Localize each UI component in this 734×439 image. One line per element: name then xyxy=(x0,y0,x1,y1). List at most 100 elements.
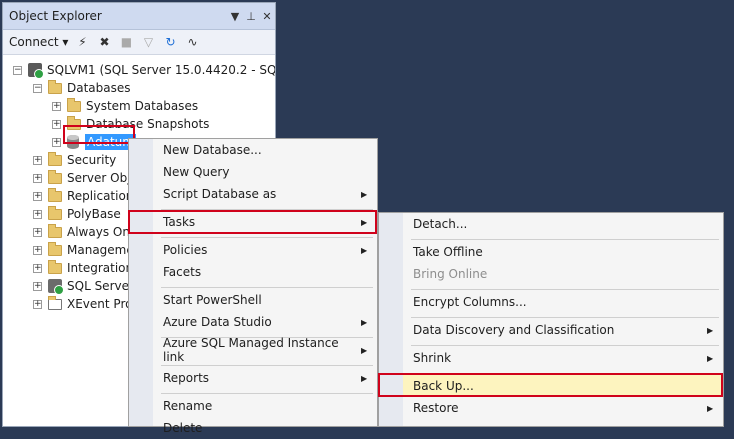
folder-icon xyxy=(48,187,62,202)
object-explorer-title: Object Explorer xyxy=(9,9,102,23)
pin-icon[interactable]: ⊥ xyxy=(243,10,259,23)
submenu-arrow-icon: ▶ xyxy=(361,345,368,355)
menu-item-label: Reports xyxy=(163,371,210,385)
folder-icon xyxy=(48,169,62,184)
menu-item-label: Bring Online xyxy=(413,267,488,281)
menu-item-bring-online: Bring Online xyxy=(403,263,723,285)
integration-label: Integration xyxy=(67,261,134,275)
tasks-highlight-box xyxy=(128,210,377,234)
expand-icon[interactable]: + xyxy=(33,245,42,255)
management-label: Manageme xyxy=(67,243,134,257)
submenu-arrow-icon: ▶ xyxy=(707,403,714,413)
menu-item-script-database-as[interactable]: Script Database as ▶ xyxy=(153,183,377,205)
tree-node-xevent-profiler[interactable]: + XEvent Pro xyxy=(33,295,132,313)
expand-icon[interactable]: + xyxy=(33,227,42,237)
disconnect-icon[interactable]: ✖ xyxy=(96,34,112,50)
expand-icon[interactable]: + xyxy=(52,101,61,111)
menu-item-label: Encrypt Columns... xyxy=(413,295,527,309)
tree-node-always-on[interactable]: + Always On xyxy=(33,223,130,241)
menu-item-detach[interactable]: Detach... xyxy=(403,213,723,235)
expand-icon[interactable]: + xyxy=(33,299,42,309)
collapse-icon[interactable]: − xyxy=(33,83,42,93)
tree-node-security[interactable]: + Security xyxy=(33,151,116,169)
tree-node-integration[interactable]: + Integration xyxy=(33,259,133,277)
tree-node-databases[interactable]: − Databases xyxy=(33,79,131,97)
agent-icon xyxy=(48,279,64,295)
menu-item-label: Delete xyxy=(163,421,203,435)
refresh-icon[interactable]: ↻ xyxy=(162,34,178,50)
menu-item-start-powershell[interactable]: Start PowerShell xyxy=(153,289,377,311)
server-icon xyxy=(28,63,44,79)
menu-item-shrink[interactable]: Shrink ▶ xyxy=(403,347,723,369)
database-context-menu: New Database... New Query Script Databas… xyxy=(128,138,378,435)
tree-node-server[interactable]: − SQLVM1 (SQL Server 15.0.4420.2 - SQLVM… xyxy=(13,61,276,79)
expand-icon[interactable]: + xyxy=(52,137,61,147)
tree-node-management[interactable]: + Manageme xyxy=(33,241,134,259)
expand-icon[interactable]: + xyxy=(33,191,42,201)
menu-separator xyxy=(161,393,373,394)
menu-item-label: Start PowerShell xyxy=(163,293,262,307)
tree-node-sql-server-agent[interactable]: + SQL Server xyxy=(33,277,134,295)
menu-item-azure-sql-mi-link[interactable]: Azure SQL Managed Instance link ▶ xyxy=(153,336,377,364)
menu-item-label: New Database... xyxy=(163,143,262,157)
menu-item-facets[interactable]: Facets xyxy=(153,261,377,283)
menu-item-azure-data-studio[interactable]: Azure Data Studio ▶ xyxy=(153,311,377,333)
dropdown-icon[interactable]: ▼ xyxy=(227,10,243,23)
menu-separator xyxy=(411,289,719,290)
submenu-arrow-icon: ▶ xyxy=(707,325,714,335)
submenu-arrow-icon: ▶ xyxy=(361,373,368,383)
menu-item-delete[interactable]: Delete xyxy=(153,417,377,439)
folder-icon xyxy=(48,205,62,220)
menu-item-label: Data Discovery and Classification xyxy=(413,323,615,337)
menu-item-encrypt-columns[interactable]: Encrypt Columns... xyxy=(403,291,723,313)
connect-button[interactable]: Connect ▾ xyxy=(9,35,68,49)
menu-item-label: Facets xyxy=(163,265,202,279)
filter-icon[interactable]: ▽ xyxy=(140,34,156,50)
connect-plug-icon[interactable]: ⚡ xyxy=(74,34,90,50)
tree-node-replication[interactable]: + Replication xyxy=(33,187,133,205)
menu-item-policies[interactable]: Policies ▶ xyxy=(153,239,377,261)
expand-icon[interactable]: + xyxy=(33,173,42,183)
menu-separator xyxy=(161,287,373,288)
menu-item-new-database[interactable]: New Database... xyxy=(153,139,377,161)
menu-gutter xyxy=(129,139,153,426)
expand-icon[interactable]: + xyxy=(33,281,42,291)
folder-icon xyxy=(48,259,62,274)
folder-icon xyxy=(48,241,62,256)
menu-item-take-offline[interactable]: Take Offline xyxy=(403,241,723,263)
server-label: SQLVM1 (SQL Server 15.0.4420.2 - SQLVM1\ xyxy=(47,63,276,77)
submenu-arrow-icon: ▶ xyxy=(707,353,714,363)
tree-node-system-databases[interactable]: + System Databases xyxy=(52,97,198,115)
back-up-highlight-box xyxy=(378,373,723,397)
expand-icon[interactable]: + xyxy=(33,263,42,273)
menu-separator xyxy=(411,345,719,346)
menu-item-new-query[interactable]: New Query xyxy=(153,161,377,183)
tree-node-server-objects[interactable]: + Server Obje xyxy=(33,169,138,187)
menu-item-restore[interactable]: Restore ▶ xyxy=(403,397,723,419)
security-label: Security xyxy=(67,153,117,167)
menu-item-label: Rename xyxy=(163,399,213,413)
menu-item-label: Azure Data Studio xyxy=(163,315,272,329)
menu-item-label: Policies xyxy=(163,243,208,257)
menu-item-reports[interactable]: Reports ▶ xyxy=(153,367,377,389)
stop-icon[interactable]: ■ xyxy=(118,34,134,50)
replication-label: Replication xyxy=(67,189,134,203)
expand-icon[interactable]: + xyxy=(52,119,61,129)
expand-icon[interactable]: + xyxy=(33,209,42,219)
menu-item-label: Script Database as xyxy=(163,187,277,201)
menu-item-data-discovery[interactable]: Data Discovery and Classification ▶ xyxy=(403,319,723,341)
tree-node-polybase[interactable]: + PolyBase xyxy=(33,205,121,223)
menu-item-label: Take Offline xyxy=(413,245,483,259)
polybase-label: PolyBase xyxy=(67,207,121,221)
menu-separator xyxy=(411,239,719,240)
activity-monitor-icon[interactable]: ∿ xyxy=(184,34,200,50)
menu-item-label: Shrink xyxy=(413,351,452,365)
xevent-profiler-label: XEvent Pro xyxy=(67,297,133,311)
menu-item-rename[interactable]: Rename xyxy=(153,395,377,417)
menu-separator xyxy=(161,237,373,238)
expand-icon[interactable]: + xyxy=(33,155,42,165)
close-icon[interactable]: ✕ xyxy=(259,10,275,23)
menu-separator xyxy=(411,317,719,318)
collapse-icon[interactable]: − xyxy=(13,65,22,75)
menu-item-label: New Query xyxy=(163,165,230,179)
